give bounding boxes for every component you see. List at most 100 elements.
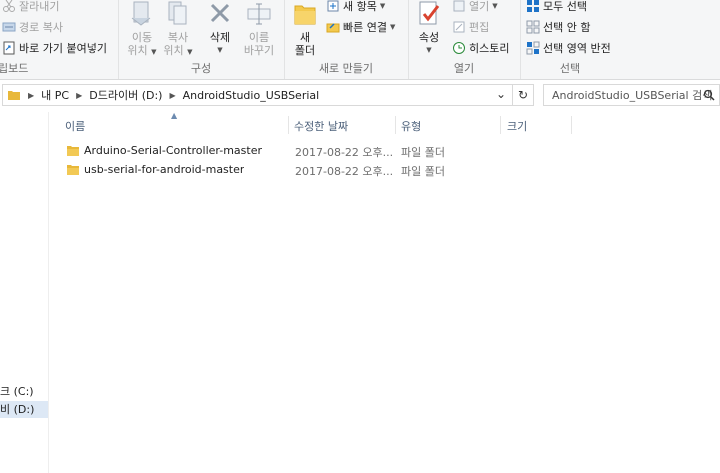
- chevron-down-icon: ▼: [187, 48, 193, 56]
- edit-icon: [453, 21, 465, 33]
- select-none-icon: [526, 20, 540, 34]
- new-item-button[interactable]: 새 항목 ▼: [326, 0, 385, 14]
- edit-button[interactable]: 편집: [452, 19, 489, 35]
- open-group-label: 열기: [453, 62, 475, 75]
- easy-access-button[interactable]: 빠른 연결 ▼: [326, 19, 395, 35]
- paste-shortcut-button[interactable]: 바로 가기 붙여넣기: [2, 40, 107, 56]
- chevron-right-icon: ▶: [76, 90, 83, 100]
- file-name[interactable]: Arduino-Serial-Controller-master: [84, 144, 262, 157]
- chevron-right-icon: ▶: [28, 90, 35, 100]
- move-to-button[interactable]: 이동 위치 ▼: [126, 0, 158, 59]
- new-group: 새 폴더 새 항목 ▼ 빠른 연결 ▼ 새로 만들기: [284, 0, 409, 79]
- cut-button[interactable]: 잘라내기: [2, 0, 59, 14]
- invert-selection-button[interactable]: 선택 영역 반전: [526, 40, 611, 56]
- paste-shortcut-label: 바로 가기 붙여넣기: [19, 42, 107, 55]
- scissors-icon: [3, 0, 15, 12]
- refresh-icon[interactable]: ↻: [512, 85, 533, 105]
- copy-to-label2-text: 위치: [163, 44, 184, 57]
- file-modified: 2017-08-22 오후...: [295, 146, 394, 159]
- history-label: 히스토리: [469, 42, 510, 55]
- search-box[interactable]: AndroidStudio_USBSerial 검색: [543, 84, 720, 106]
- rename-icon: [247, 3, 271, 25]
- breadcrumb-this-pc[interactable]: 내 PC: [41, 87, 69, 103]
- new-folder-button[interactable]: 새 폴더: [290, 0, 320, 57]
- rename-label2: 바꾸기: [243, 44, 275, 57]
- select-group: 모두 선택 선택 안 함 선택 영역 반전 선택: [520, 0, 620, 79]
- file-name[interactable]: usb-serial-for-android-master: [84, 163, 244, 176]
- file-type: 파일 폴더: [401, 165, 445, 178]
- paste-shortcut-icon: [3, 41, 15, 55]
- column-header-type[interactable]: 유형: [396, 116, 501, 137]
- copy-to-label: 복사: [167, 31, 189, 44]
- copy-path-button[interactable]: 경로 복사: [2, 19, 63, 35]
- clipboard-group: 잘라내기 경로 복사 바로 가기 붙여넣기 립보드: [0, 0, 119, 79]
- rename-label: 이름: [248, 31, 270, 44]
- copy-to-button[interactable]: 복사 위치 ▼: [162, 0, 194, 59]
- column-divider[interactable]: [571, 116, 572, 134]
- column-header-modified[interactable]: 수정한 날짜: [289, 116, 397, 137]
- chevron-down-icon: ▼: [389, 23, 396, 31]
- clipboard-group-label: 립보드: [0, 62, 29, 75]
- file-row[interactable]: usb-serial-for-android-master 2017-08-22…: [62, 161, 492, 179]
- properties-button[interactable]: 속성 ▼: [414, 0, 444, 57]
- folder-icon: [67, 165, 79, 175]
- copy-path-icon: [2, 22, 16, 32]
- chevron-down-icon: ▼: [379, 2, 386, 10]
- history-button[interactable]: 히스토리: [452, 40, 509, 56]
- breadcrumb-current-folder[interactable]: AndroidStudio_USBSerial: [183, 89, 320, 102]
- invert-selection-icon: [526, 41, 540, 55]
- column-header-type-label: 유형: [401, 120, 422, 133]
- select-all-label: 모두 선택: [543, 0, 587, 13]
- copy-to-label2: 위치 ▼: [163, 44, 192, 59]
- open-label: 열기: [469, 0, 490, 13]
- cut-label: 잘라내기: [19, 0, 60, 13]
- nav-item-drive-c-label: 크 (C:): [0, 385, 34, 398]
- ribbon: 잘라내기 경로 복사 바로 가기 붙여넣기 립보드 이동 위치 ▼ 복사 위치 …: [0, 0, 720, 80]
- search-placeholder[interactable]: AndroidStudio_USBSerial 검색: [552, 87, 712, 103]
- select-none-button[interactable]: 선택 안 함: [526, 19, 590, 35]
- breadcrumb-drive-d[interactable]: D드라이버 (D:): [89, 87, 162, 103]
- select-none-label: 선택 안 함: [543, 21, 591, 34]
- rename-button[interactable]: 이름 바꾸기: [242, 0, 276, 57]
- properties-label: 속성: [418, 31, 440, 44]
- nav-item-drive-d[interactable]: 비 (D:): [0, 401, 48, 418]
- navigation-pane: 크 (C:) 비 (D:): [0, 112, 49, 473]
- new-item-icon: [327, 0, 339, 12]
- file-type: 파일 폴더: [401, 146, 445, 159]
- organize-group-label: 구성: [190, 62, 212, 75]
- history-icon: [453, 42, 465, 54]
- chevron-right-icon: ▶: [169, 90, 176, 100]
- search-icon[interactable]: [703, 89, 715, 101]
- open-button[interactable]: 열기 ▼: [452, 0, 498, 14]
- open-group: 속성 ▼ 열기 ▼ 편집 히스토리 열기: [408, 0, 521, 79]
- address-dropdown-icon[interactable]: ⌄: [496, 87, 506, 101]
- folder-icon: [67, 146, 79, 156]
- new-item-label: 새 항목: [343, 0, 377, 13]
- column-header-name[interactable]: 이름: [60, 116, 291, 137]
- nav-item-drive-c[interactable]: 크 (C:): [0, 383, 48, 400]
- column-header-size[interactable]: 크기: [501, 116, 573, 137]
- column-header-name-label: 이름: [65, 120, 86, 133]
- column-header-size-label: 크기: [507, 120, 528, 133]
- delete-button[interactable]: 삭제 ▼: [204, 0, 236, 57]
- delete-label: 삭제: [209, 31, 231, 44]
- invert-selection-label: 선택 영역 반전: [543, 42, 611, 55]
- edit-label: 편집: [469, 21, 490, 34]
- address-bar[interactable]: ▶ 내 PC ▶ D드라이버 (D:) ▶ AndroidStudio_USBS…: [2, 84, 534, 106]
- file-row[interactable]: Arduino-Serial-Controller-master 2017-08…: [62, 142, 492, 160]
- new-folder-label2: 폴더: [294, 44, 316, 57]
- organize-group: 이동 위치 ▼ 복사 위치 ▼ 삭제 ▼ 이름 바꾸기 구성: [118, 0, 285, 79]
- move-to-label: 이동: [131, 31, 153, 44]
- move-to-icon: [131, 1, 151, 26]
- open-icon: [453, 0, 465, 12]
- easy-access-label: 빠른 연결: [343, 21, 387, 34]
- column-header-modified-label: 수정한 날짜: [294, 120, 349, 133]
- chevron-down-icon: ▼: [151, 48, 157, 56]
- folder-icon: [8, 91, 20, 100]
- delete-x-icon: [210, 3, 230, 23]
- easy-access-icon: [326, 23, 340, 33]
- select-all-button[interactable]: 모두 선택: [526, 0, 587, 14]
- move-to-label2: 위치 ▼: [127, 44, 156, 59]
- select-all-icon: [527, 0, 539, 12]
- chevron-down-icon: ▼: [426, 46, 432, 54]
